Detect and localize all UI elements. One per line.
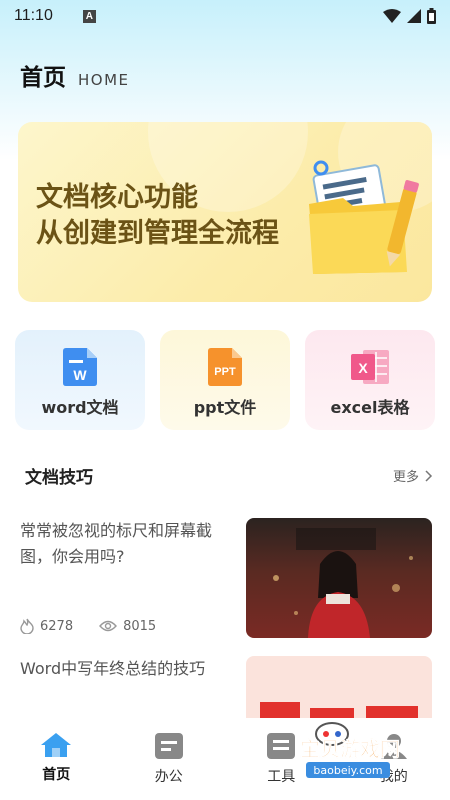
feature-shortcuts: W word文档 PPT ppt文件 X excel表格 — [15, 330, 435, 430]
more-link-label: 更多 — [392, 470, 419, 485]
ppt-card-label: ppt文件 — [193, 398, 257, 417]
views-count: 8015 — [123, 618, 157, 634]
thumbnail-photo — [273, 528, 413, 638]
article-stats: 6278 8015 — [20, 618, 182, 634]
article-title: 常常被忽视的标尺和屏幕截图，你会用吗? — [20, 521, 213, 566]
nav-home[interactable]: 首页 — [0, 718, 113, 800]
banner-line-1: 文档核心功能 — [36, 182, 198, 213]
status-icons — [383, 8, 436, 24]
office-icon — [154, 733, 183, 759]
article-item[interactable]: 常常被忽视的标尺和屏幕截图，你会用吗? 6278 8015 — [18, 518, 432, 638]
article-item[interactable]: Word中写年终总结的技巧 — [18, 656, 432, 726]
more-link[interactable]: 更多 — [393, 466, 433, 485]
page-header: 首页 HOME — [20, 58, 130, 92]
excel-card-label: excel表格 — [330, 398, 410, 417]
ppt-card[interactable]: PPT ppt文件 — [160, 330, 290, 430]
word-file-icon: W — [63, 348, 97, 386]
nav-office[interactable]: 办公 — [113, 718, 226, 800]
likes-count: 6278 — [40, 618, 74, 634]
eye-icon — [99, 620, 118, 632]
article-thumbnail — [246, 656, 432, 726]
banner-text: 文档核心功能 从创建到管理全流程 — [36, 180, 279, 252]
chevron-right-icon — [425, 469, 433, 482]
word-card[interactable]: W word文档 — [15, 330, 145, 430]
likes-stat: 6278 — [20, 618, 73, 634]
battery-icon — [427, 8, 436, 24]
nav-office-label: 办公 — [154, 769, 183, 785]
ppt-file-icon: PPT — [208, 348, 242, 386]
svg-text:宝贝游戏网: 宝贝游戏网 — [300, 737, 400, 761]
excel-file-icon: X — [351, 350, 389, 384]
page-title: 首页 — [20, 65, 66, 91]
feature-banner[interactable]: 文档核心功能 从创建到管理全流程 — [18, 122, 432, 302]
signal-icon — [407, 9, 421, 23]
flame-icon — [20, 618, 34, 634]
tips-section-header: 文档技巧 更多 — [25, 463, 433, 488]
tips-section-title: 文档技巧 — [25, 468, 93, 488]
home-icon — [41, 733, 72, 757]
article-title: Word中写年终总结的技巧 — [20, 659, 206, 678]
svg-text:PPT: PPT — [214, 366, 236, 378]
status-indicator: A — [82, 9, 96, 23]
svg-text:W: W — [73, 367, 87, 383]
banner-line-2: 从创建到管理全流程 — [36, 218, 279, 249]
views-stat: 8015 — [99, 619, 156, 634]
excel-card[interactable]: X excel表格 — [305, 330, 435, 430]
nav-home-label: 首页 — [42, 767, 71, 783]
svg-text:X: X — [358, 360, 368, 376]
wifi-icon — [383, 9, 401, 23]
thumbnail-graphic — [260, 702, 418, 726]
article-thumbnail — [246, 518, 432, 638]
page-subtitle: HOME — [78, 71, 130, 89]
word-card-label: word文档 — [41, 398, 119, 417]
status-bar: 11:10 A — [0, 0, 450, 32]
watermark-logo: 宝贝游戏网 baobeiy.com — [300, 722, 400, 778]
status-time: 11:10 — [14, 7, 53, 24]
folder-icon — [309, 160, 419, 274]
svg-text:baobeiy.com: baobeiy.com — [313, 764, 382, 777]
